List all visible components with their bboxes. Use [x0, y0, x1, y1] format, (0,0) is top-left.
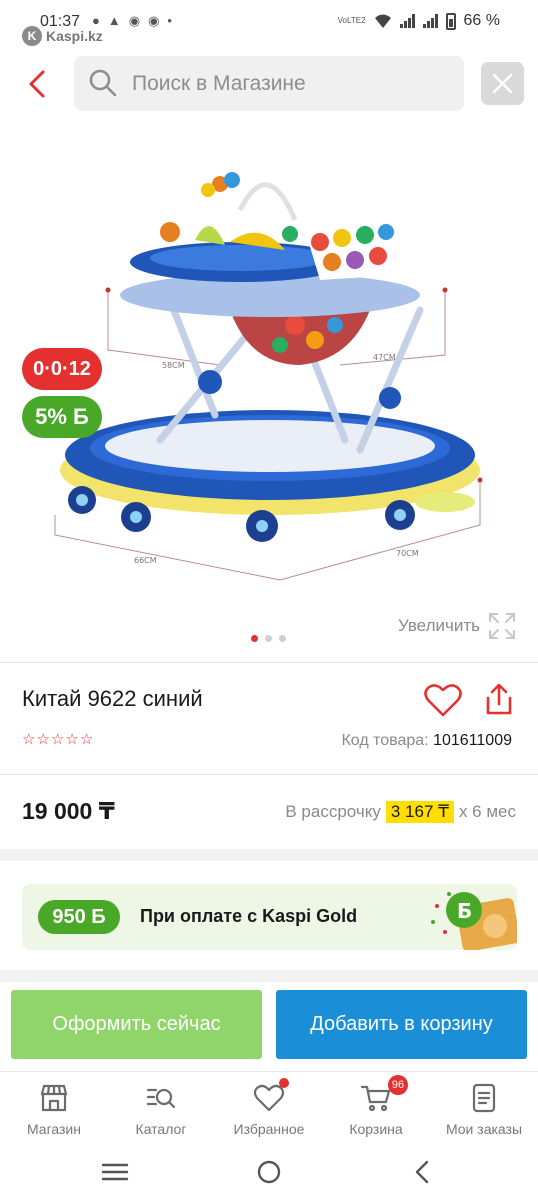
svg-text:58CM: 58CM — [162, 361, 185, 370]
nav-label-favorites: Избранное — [233, 1121, 305, 1137]
back-nav-icon[interactable] — [408, 1157, 438, 1187]
installment-badge: 0·0·12 — [22, 348, 102, 390]
close-button[interactable] — [481, 62, 524, 105]
product-title: Китай 9622 синий — [22, 686, 203, 711]
search-icon — [89, 69, 117, 97]
search-input[interactable] — [132, 56, 452, 111]
star-icon: ☆ — [22, 731, 36, 748]
warning-icon: ▲ — [107, 13, 121, 28]
system-status: VoLTE2 66 % — [338, 12, 500, 30]
recent-apps-icon[interactable] — [100, 1157, 130, 1187]
product-image[interactable]: 58CM 47CM 66CM 70CM — [50, 150, 500, 590]
favorite-button[interactable] — [424, 682, 462, 718]
orders-icon — [472, 1083, 496, 1113]
star-icon: ☆ — [36, 731, 50, 748]
app-brand-label: Kaspi.kz — [46, 28, 103, 44]
favorites-dot-badge — [279, 1078, 289, 1088]
product-price: 19 000 ₸ — [22, 798, 115, 824]
add-to-cart-button[interactable]: Добавить в корзину — [276, 990, 527, 1059]
gallery-pagination — [251, 635, 286, 642]
zoom-button[interactable]: Увеличить — [398, 612, 516, 640]
section-divider — [0, 970, 538, 982]
zoom-label: Увеличить — [398, 616, 480, 635]
star-icon: ☆ — [65, 731, 79, 748]
shop-icon — [40, 1084, 68, 1112]
volte-label: VoLTE2 — [337, 16, 366, 25]
chrome-icon: ◉ — [148, 13, 160, 28]
wifi-icon — [374, 14, 391, 28]
svg-text:Б: Б — [457, 899, 472, 923]
chevron-left-icon — [29, 70, 45, 98]
nav-item-catalog[interactable]: Каталог — [107, 1072, 215, 1144]
expand-icon — [489, 613, 515, 639]
installment-amount: 3 167 ₸ — [385, 801, 454, 823]
kaspi-gold-card-icon: Б — [431, 892, 517, 950]
nav-item-shop[interactable]: Магазин — [0, 1072, 108, 1144]
section-divider — [0, 849, 538, 861]
installment-prefix: В рассрочку — [285, 802, 381, 821]
signal-icon — [399, 14, 415, 28]
bottom-nav: Магазин Каталог Избранное 96 Корзина Мои… — [0, 1071, 538, 1143]
chrome-icon: ◉ — [128, 13, 141, 28]
svg-text:70CM: 70CM — [396, 549, 419, 558]
gallery-dot[interactable] — [265, 635, 272, 642]
installment-info: В рассрочку 3 167 ₸ х 6 мес — [285, 801, 516, 823]
installment-suffix: х 6 мес — [458, 802, 516, 821]
star-icon: ☆ — [50, 731, 65, 748]
product-sku: Код товара: 101611009 — [341, 732, 512, 750]
catalog-search-icon — [146, 1088, 176, 1109]
battery-icon — [445, 12, 456, 30]
nav-label-cart: Корзина — [349, 1121, 403, 1137]
divider — [0, 774, 538, 775]
nav-label-orders: Мои заказы — [445, 1121, 523, 1137]
close-icon — [492, 73, 513, 94]
gallery-dot[interactable] — [251, 635, 258, 642]
signal-icon — [422, 14, 438, 28]
app-brand: K Kaspi.kz — [22, 26, 103, 46]
kaspi-gold-banner[interactable]: 950 Б При оплате с Kaspi Gold Б — [22, 884, 517, 950]
svg-text:47CM: 47CM — [373, 353, 396, 362]
more-dot-icon: • — [167, 13, 172, 28]
gallery-dot[interactable] — [279, 635, 286, 642]
system-nav-bar — [0, 1143, 538, 1200]
cart-count-badge: 96 — [388, 1075, 408, 1095]
status-bar: 01:37 ● ▲ ◉ ◉ • K Kaspi.kz VoLTE2 66 % — [0, 0, 538, 46]
gold-bonus-pill: 950 Б — [38, 900, 120, 934]
home-icon[interactable] — [254, 1157, 284, 1187]
nav-item-favorites[interactable]: Избранное — [215, 1072, 323, 1144]
nav-item-orders[interactable]: Мои заказы — [430, 1072, 538, 1144]
notification-icons: ● ▲ ◉ ◉ • — [92, 12, 172, 30]
kaspi-logo-icon: K — [22, 26, 42, 46]
bonus-badge: 5% Б — [22, 396, 102, 438]
rating-stars[interactable]: ☆ ☆ ☆ ☆ ☆ — [22, 731, 93, 749]
checkout-button[interactable]: Оформить сейчас — [11, 990, 262, 1059]
divider — [0, 662, 538, 663]
back-button[interactable] — [18, 64, 58, 104]
svg-text:66CM: 66CM — [134, 556, 157, 565]
nav-label-catalog: Каталог — [135, 1121, 187, 1137]
star-icon: ☆ — [79, 731, 94, 748]
gold-banner-text: При оплате с Kaspi Gold — [140, 906, 358, 926]
sku-value: 101611009 — [433, 732, 512, 749]
share-button[interactable] — [483, 682, 515, 716]
nav-label-shop: Магазин — [26, 1121, 81, 1137]
nav-item-cart[interactable]: 96 Корзина — [322, 1072, 430, 1144]
search-box[interactable] — [74, 56, 464, 111]
sku-label: Код товара: — [341, 732, 429, 749]
battery-percent: 66 % — [463, 12, 500, 29]
